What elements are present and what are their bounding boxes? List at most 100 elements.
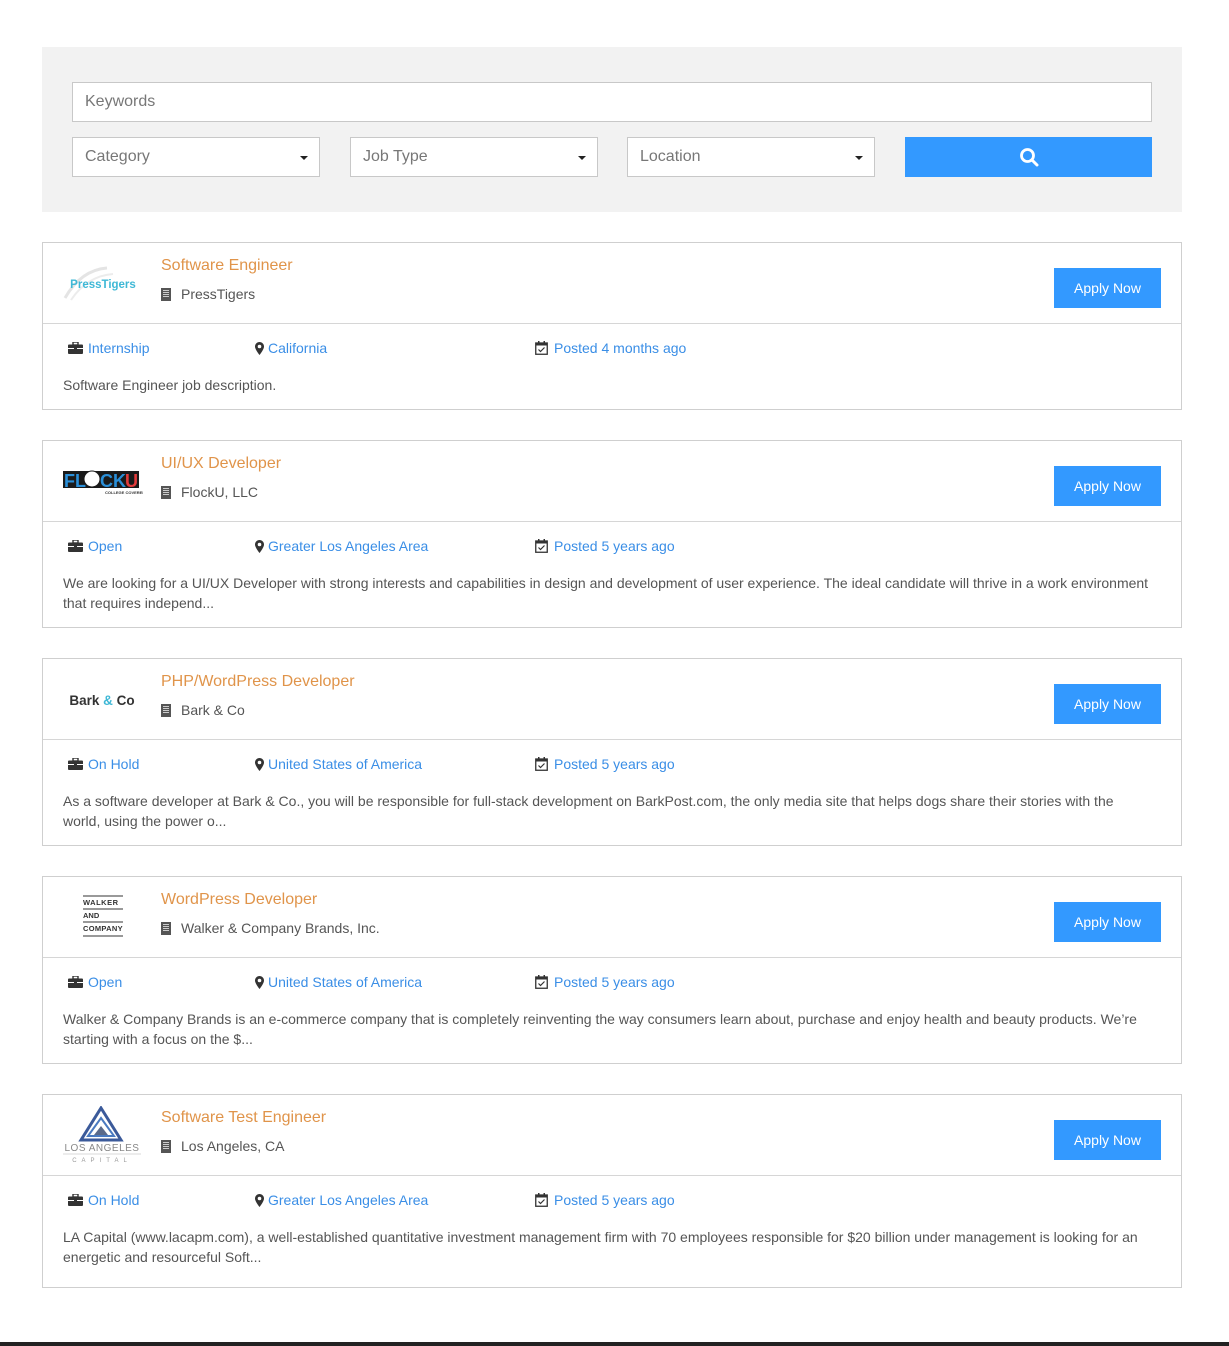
briefcase-icon <box>68 1194 83 1206</box>
location-text: United States of America <box>268 974 423 990</box>
job-title-link[interactable]: WordPress Developer <box>161 891 317 909</box>
location-select[interactable]: Location <box>627 137 875 177</box>
map-marker-icon <box>255 1193 264 1207</box>
category-select-label: Category <box>85 148 150 165</box>
job-type-select-label: Job Type <box>363 148 428 165</box>
presstigers-logo: PressTigers <box>63 266 136 301</box>
search-button[interactable] <box>905 137 1152 177</box>
building-icon <box>161 921 171 935</box>
apply-now-button[interactable]: Apply Now <box>1054 684 1161 724</box>
svg-text:CK: CK <box>100 471 126 491</box>
apply-now-button[interactable]: Apply Now <box>1054 1120 1161 1160</box>
job-listing-card: WALKER AND COMPANY WordPress Developer Wal… <box>42 876 1182 1064</box>
chevron-down-icon <box>300 156 308 160</box>
job-meta: Open United States of America Posted 5 y… <box>63 974 1161 992</box>
apply-now-button[interactable]: Apply Now <box>1054 268 1161 308</box>
search-icon <box>1019 148 1038 167</box>
company-logo[interactable]: PressTigers <box>61 255 143 313</box>
location-text: Greater Los Angeles Area <box>268 538 429 554</box>
job-card-header: LOS ANGELES CAPITAL Software Test Enginee… <box>43 1095 1181 1176</box>
category-select[interactable]: Category <box>72 137 320 177</box>
job-listing-card: PressTigers Software Engineer PressTiger… <box>42 242 1182 410</box>
company-name: Walker & Company Brands, Inc. <box>161 920 380 936</box>
job-type-link[interactable]: On Hold <box>68 1192 139 1208</box>
job-listing-card: FL CK U COLLEGE COVERED. UI/UX Developer Fl… <box>42 440 1182 628</box>
svg-text:AND: AND <box>83 911 100 920</box>
location-link[interactable]: Greater Los Angeles Area <box>255 1192 428 1208</box>
job-title-link[interactable]: UI/UX Developer <box>161 455 281 473</box>
company-name-text: Walker & Company Brands, Inc. <box>181 920 380 936</box>
job-description: Walker & Company Brands is an e-commerce… <box>63 1011 1137 1047</box>
svg-text:U: U <box>125 471 138 491</box>
posted-date: Posted 4 months ago <box>535 340 686 356</box>
job-type-text: Open <box>88 538 123 554</box>
calendar-check-icon <box>535 757 548 771</box>
apply-now-button[interactable]: Apply Now <box>1054 466 1161 506</box>
job-title-link[interactable]: PHP/WordPress Developer <box>161 673 355 691</box>
bark-and-co-logo: Bark & Co <box>69 693 134 708</box>
calendar-check-icon <box>535 975 548 989</box>
job-description: Software Engineer job description. <box>63 377 277 393</box>
company-name: PressTigers <box>161 286 255 302</box>
location-link[interactable]: United States of America <box>255 756 422 772</box>
posted-date-text: Posted 5 years ago <box>554 538 675 554</box>
job-type-select[interactable]: Job Type <box>350 137 598 177</box>
company-logo[interactable]: Bark & Co <box>61 671 143 729</box>
calendar-check-icon <box>535 341 548 355</box>
svg-text:PressTigers: PressTigers <box>70 279 136 291</box>
job-type-link[interactable]: Internship <box>68 340 149 356</box>
posted-date: Posted 5 years ago <box>535 538 675 554</box>
location-link[interactable]: United States of America <box>255 974 422 990</box>
building-icon <box>161 287 171 301</box>
location-link[interactable]: California <box>255 340 327 356</box>
job-type-text: Open <box>88 974 123 990</box>
svg-text:FL: FL <box>64 471 86 491</box>
job-type-link[interactable]: Open <box>68 974 122 990</box>
job-type-link[interactable]: Open <box>68 538 122 554</box>
svg-text:CAPITAL: CAPITAL <box>72 1158 132 1164</box>
apply-now-button[interactable]: Apply Now <box>1054 902 1161 942</box>
location-link[interactable]: Greater Los Angeles Area <box>255 538 428 554</box>
briefcase-icon <box>68 540 83 552</box>
posted-date-text: Posted 4 months ago <box>554 340 687 356</box>
company-name-text: PressTigers <box>181 286 256 302</box>
location-text: California <box>268 340 328 356</box>
posted-date-text: Posted 5 years ago <box>554 974 675 990</box>
posted-date: Posted 5 years ago <box>535 756 675 772</box>
job-card-body: On Hold Greater Los Angeles Area Posted … <box>43 1176 1181 1285</box>
building-icon <box>161 703 171 717</box>
keywords-input[interactable]: Keywords <box>72 82 1152 122</box>
job-card-body: Open Greater Los Angeles Area Posted 5 y… <box>43 522 1181 631</box>
job-title-link[interactable]: Software Test Engineer <box>161 1109 326 1127</box>
company-name: Bark & Co <box>161 702 245 718</box>
briefcase-icon <box>68 758 83 770</box>
job-card-header: Bark & Co PHP/WordPress Developer Bark &… <box>43 659 1181 740</box>
job-description: We are looking for a UI/UX Developer wit… <box>63 575 1149 611</box>
job-card-header: WALKER AND COMPANY WordPress Developer Wal… <box>43 877 1181 958</box>
company-logo[interactable]: FL CK U COLLEGE COVERED. <box>61 453 143 511</box>
walker-and-company-logo: WALKER AND COMPANY <box>83 895 123 937</box>
building-icon <box>161 485 171 499</box>
job-type-text: On Hold <box>88 1192 140 1208</box>
company-name: Los Angeles, CA <box>161 1138 285 1154</box>
company-logo[interactable]: LOS ANGELES CAPITAL <box>61 1106 143 1165</box>
svg-text:COLLEGE COVERED.: COLLEGE COVERED. <box>105 490 143 495</box>
job-type-link[interactable]: On Hold <box>68 756 139 772</box>
posted-date-text: Posted 5 years ago <box>554 756 675 772</box>
building-icon <box>161 1139 171 1153</box>
posted-date: Posted 5 years ago <box>535 974 675 990</box>
posted-date-text: Posted 5 years ago <box>554 1192 675 1208</box>
company-name: FlockU, LLC <box>161 484 258 500</box>
location-select-label: Location <box>640 148 701 165</box>
job-listing-card: LOS ANGELES CAPITAL Software Test Enginee… <box>42 1094 1182 1288</box>
svg-text:WALKER: WALKER <box>83 898 119 907</box>
job-card-header: FL CK U COLLEGE COVERED. UI/UX Developer Fl… <box>43 441 1181 522</box>
job-listing-card: Bark & Co PHP/WordPress Developer Bark &… <box>42 658 1182 846</box>
job-meta: Internship California Posted 4 months ag… <box>63 340 1161 358</box>
map-marker-icon <box>255 757 264 771</box>
job-card-body: Internship California Posted 4 months ag… <box>43 324 1181 413</box>
chevron-down-icon <box>855 156 863 160</box>
calendar-check-icon <box>535 539 548 553</box>
job-title-link[interactable]: Software Engineer <box>161 257 293 275</box>
company-logo[interactable]: WALKER AND COMPANY <box>61 889 143 947</box>
